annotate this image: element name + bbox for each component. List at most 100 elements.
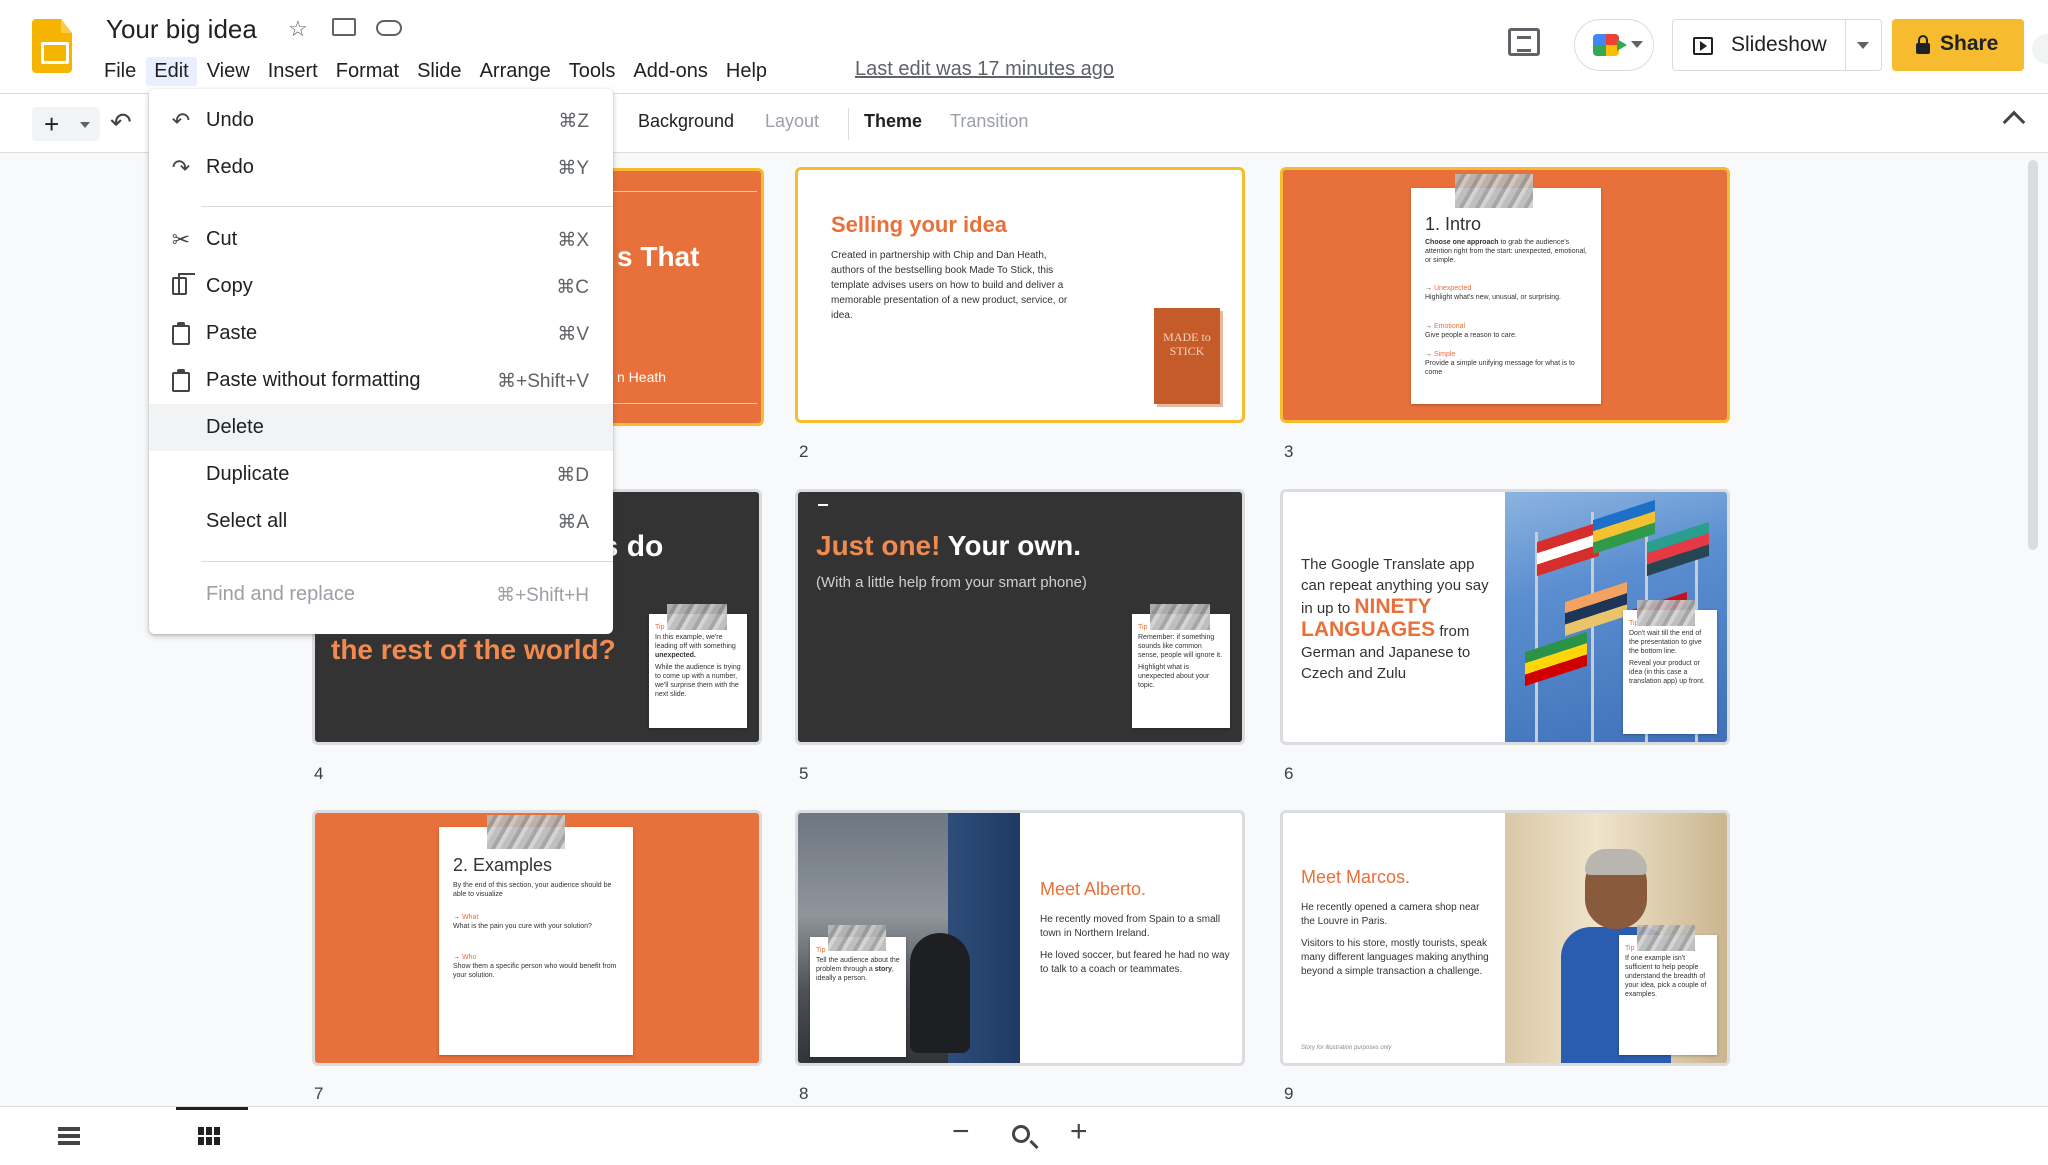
- menu-item-label: Select all: [206, 510, 288, 532]
- slide-thumbnail-3[interactable]: 1. Intro Choose one approach to grab the…: [1280, 167, 1730, 423]
- comment-icon[interactable]: [1508, 28, 1540, 56]
- share-button[interactable]: Share: [1892, 19, 2024, 71]
- theme-button[interactable]: Theme: [864, 111, 922, 132]
- menu-file[interactable]: File: [96, 57, 144, 86]
- menu-item-shortcut: ⌘Z: [558, 111, 589, 132]
- divider: [1845, 20, 1846, 70]
- layout-button[interactable]: Layout: [765, 111, 819, 132]
- list-item: → What What is the pain you cure with you…: [453, 914, 592, 930]
- menu-item-shortcut: ⌘A: [557, 512, 589, 533]
- menu-item-delete[interactable]: Delete: [149, 404, 613, 451]
- menu-arrange[interactable]: Arrange: [472, 57, 559, 86]
- slide-thumbnail-2[interactable]: Selling your idea Created in partnership…: [795, 167, 1245, 423]
- cloud-saved-icon[interactable]: [376, 20, 402, 36]
- slide-6-text: The Google Translate app can repeat anyt…: [1301, 556, 1489, 682]
- grid-view-icon[interactable]: [198, 1127, 220, 1145]
- slide-5-title: Just one! Your own.: [816, 530, 1081, 561]
- menu-item-label: Duplicate: [206, 463, 290, 485]
- zoom-icon[interactable]: [1012, 1125, 1030, 1143]
- chevron-down-icon: [80, 122, 90, 128]
- tape-decoration: [1150, 604, 1210, 630]
- move-to-folder-icon[interactable]: [332, 18, 356, 36]
- menu-item-find-and-replace[interactable]: Find and replace ⌘+Shift+H: [149, 571, 613, 618]
- menu-add-ons[interactable]: Add-ons: [625, 57, 716, 86]
- note-card: 2. Examples By the end of this section, …: [439, 827, 633, 1055]
- undo-icon[interactable]: ↶: [110, 107, 132, 138]
- menu-item-paste-without-formatting[interactable]: Paste without formatting ⌘+Shift+V: [149, 357, 613, 404]
- menu-format[interactable]: Format: [328, 57, 407, 86]
- menu-item-label: Paste: [206, 322, 258, 344]
- star-icon[interactable]: ☆: [288, 16, 308, 42]
- menu-tools[interactable]: Tools: [561, 57, 624, 86]
- list-item: → Who Show them a specific person who wou…: [453, 954, 617, 979]
- tape-decoration: [487, 815, 565, 849]
- menu-item-label: Delete: [206, 416, 264, 438]
- list-item: → Simple Provide a simple unifying messag…: [1425, 351, 1575, 376]
- list-item: → Emotional Give people a reason to care.: [1425, 323, 1517, 339]
- slide-number: 4: [314, 764, 324, 783]
- menu-view[interactable]: View: [199, 57, 258, 86]
- menu-item-shortcut: ⌘X: [557, 230, 589, 251]
- paste-plain-icon: [169, 369, 193, 393]
- menu-item-select-all[interactable]: Select all ⌘A: [149, 498, 613, 545]
- clipboard-icon: [169, 322, 193, 346]
- menu-item-paste[interactable]: Paste ⌘V: [149, 310, 613, 357]
- tape-decoration: [828, 925, 886, 951]
- tip-card: Tip Remember: if something sounds like c…: [1132, 614, 1230, 728]
- menu-item-copy[interactable]: Copy ⌘C: [149, 263, 613, 310]
- menu-insert[interactable]: Insert: [260, 57, 326, 86]
- filmstrip-view-icon[interactable]: [58, 1127, 80, 1145]
- slide-3-lead: Choose one approach to grab the audience…: [1425, 239, 1587, 264]
- plus-icon: +: [44, 109, 60, 139]
- slide-thumbnail-8[interactable]: Tip Tell the audience about the problem …: [795, 810, 1245, 1066]
- menu-slide[interactable]: Slide: [409, 57, 469, 86]
- new-slide-button[interactable]: +: [32, 107, 100, 141]
- slide-thumbnail-6[interactable]: The Google Translate app can repeat anyt…: [1280, 489, 1730, 745]
- menu-item-duplicate[interactable]: Duplicate ⌘D: [149, 451, 613, 498]
- background-button[interactable]: Background: [638, 111, 734, 132]
- meet-icon: [1593, 34, 1627, 56]
- slideshow-button[interactable]: Slideshow: [1672, 19, 1882, 71]
- slide-1-title: s That: [617, 241, 700, 272]
- menu-item-undo[interactable]: ↶ Undo ⌘Z: [149, 97, 613, 144]
- slide-rule: [607, 191, 757, 192]
- menu-item-cut[interactable]: ✂ Cut ⌘X: [149, 216, 613, 263]
- menu-edit[interactable]: Edit: [146, 56, 197, 86]
- slideshow-options-chevron-icon[interactable]: [1857, 42, 1869, 49]
- slide-thumbnail-5[interactable]: Just one! Your own. (With a little help …: [795, 489, 1245, 745]
- meet-button[interactable]: [1574, 19, 1654, 71]
- transition-button[interactable]: Transition: [950, 111, 1028, 132]
- menu-item-label: Undo: [206, 109, 254, 131]
- collapse-toolbar-chevron-icon[interactable]: [2002, 110, 2026, 134]
- menu-bar: File Edit View Insert Format Slide Arran…: [96, 56, 777, 86]
- side-panel-toggle[interactable]: [2032, 34, 2048, 64]
- slide-8-body: He recently moved from Spain to a small …: [1040, 914, 1230, 975]
- menu-divider: [201, 206, 613, 207]
- tape-decoration: [1637, 600, 1695, 626]
- slide-thumbnail-9[interactable]: Meet Marcos. He recently opened a camera…: [1280, 810, 1730, 1066]
- slide-9-title: Meet Marcos.: [1301, 867, 1411, 887]
- slide-number: 6: [1284, 764, 1294, 783]
- menu-item-shortcut: ⌘V: [557, 324, 589, 345]
- redo-icon: ↷: [171, 155, 191, 180]
- menu-help[interactable]: Help: [718, 57, 775, 86]
- slide-7-heading: 2. Examples: [453, 855, 553, 875]
- slide-thumbnail-7[interactable]: 2. Examples By the end of this section, …: [312, 810, 762, 1066]
- slide-9-body: He recently opened a camera shop near th…: [1301, 902, 1489, 977]
- document-title[interactable]: Your big idea: [106, 14, 257, 45]
- tip-card: Tip In this example, we're leading off w…: [649, 614, 747, 728]
- menu-item-label: Paste without formatting: [206, 369, 421, 391]
- zoom-out-icon[interactable]: −: [952, 1115, 970, 1149]
- tape-decoration: [667, 604, 727, 630]
- menu-item-redo[interactable]: ↷ Redo ⌘Y: [149, 144, 613, 191]
- copy-icon: [169, 273, 195, 299]
- last-edit-link[interactable]: Last edit was 17 minutes ago: [855, 58, 1114, 81]
- edit-menu-dropdown: ↶ Undo ⌘Z ↷ Redo ⌘Y ✂ Cut ⌘X Copy ⌘C Pas…: [149, 89, 613, 634]
- active-view-indicator: [176, 1107, 248, 1110]
- zoom-in-icon[interactable]: +: [1070, 1115, 1088, 1149]
- share-label: Share: [1940, 32, 1999, 55]
- slide-number: 7: [314, 1084, 324, 1103]
- vertical-scrollbar[interactable]: [2028, 160, 2038, 550]
- tip-card: Tip Tell the audience about the problem …: [810, 937, 906, 1057]
- tip-card: Tip Don't wait till the end of the prese…: [1623, 610, 1717, 734]
